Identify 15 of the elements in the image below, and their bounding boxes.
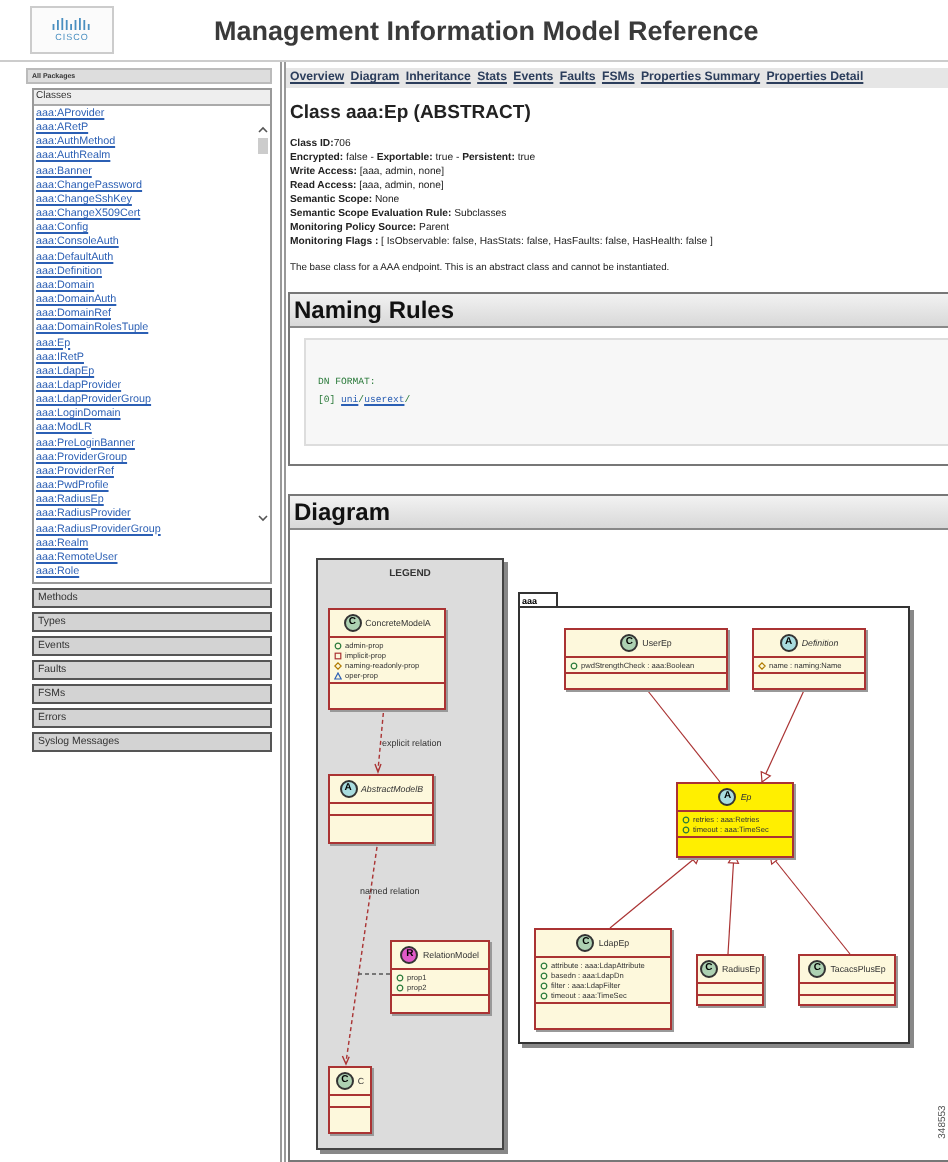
scroll-thumb[interactable]	[258, 138, 268, 154]
scroll-up-icon[interactable]	[258, 126, 268, 134]
section-heading: Diagram	[290, 496, 948, 531]
bars-icon	[52, 18, 92, 30]
class-title: Class aaa:Ep (ABSTRACT)	[290, 101, 533, 124]
section-heading: Naming Rules	[290, 293, 948, 327]
admin-property-icon	[334, 641, 342, 650]
admin-property-icon	[570, 661, 578, 670]
oper-property-icon	[334, 671, 342, 680]
naming-property-icon	[758, 661, 766, 670]
page-title: Management Information Model Reference	[214, 15, 759, 45]
implicit-property-icon	[334, 651, 342, 660]
naming-property-icon	[334, 661, 342, 670]
scroll-down-icon[interactable]	[258, 514, 268, 522]
dashed-line	[355, 974, 391, 976]
